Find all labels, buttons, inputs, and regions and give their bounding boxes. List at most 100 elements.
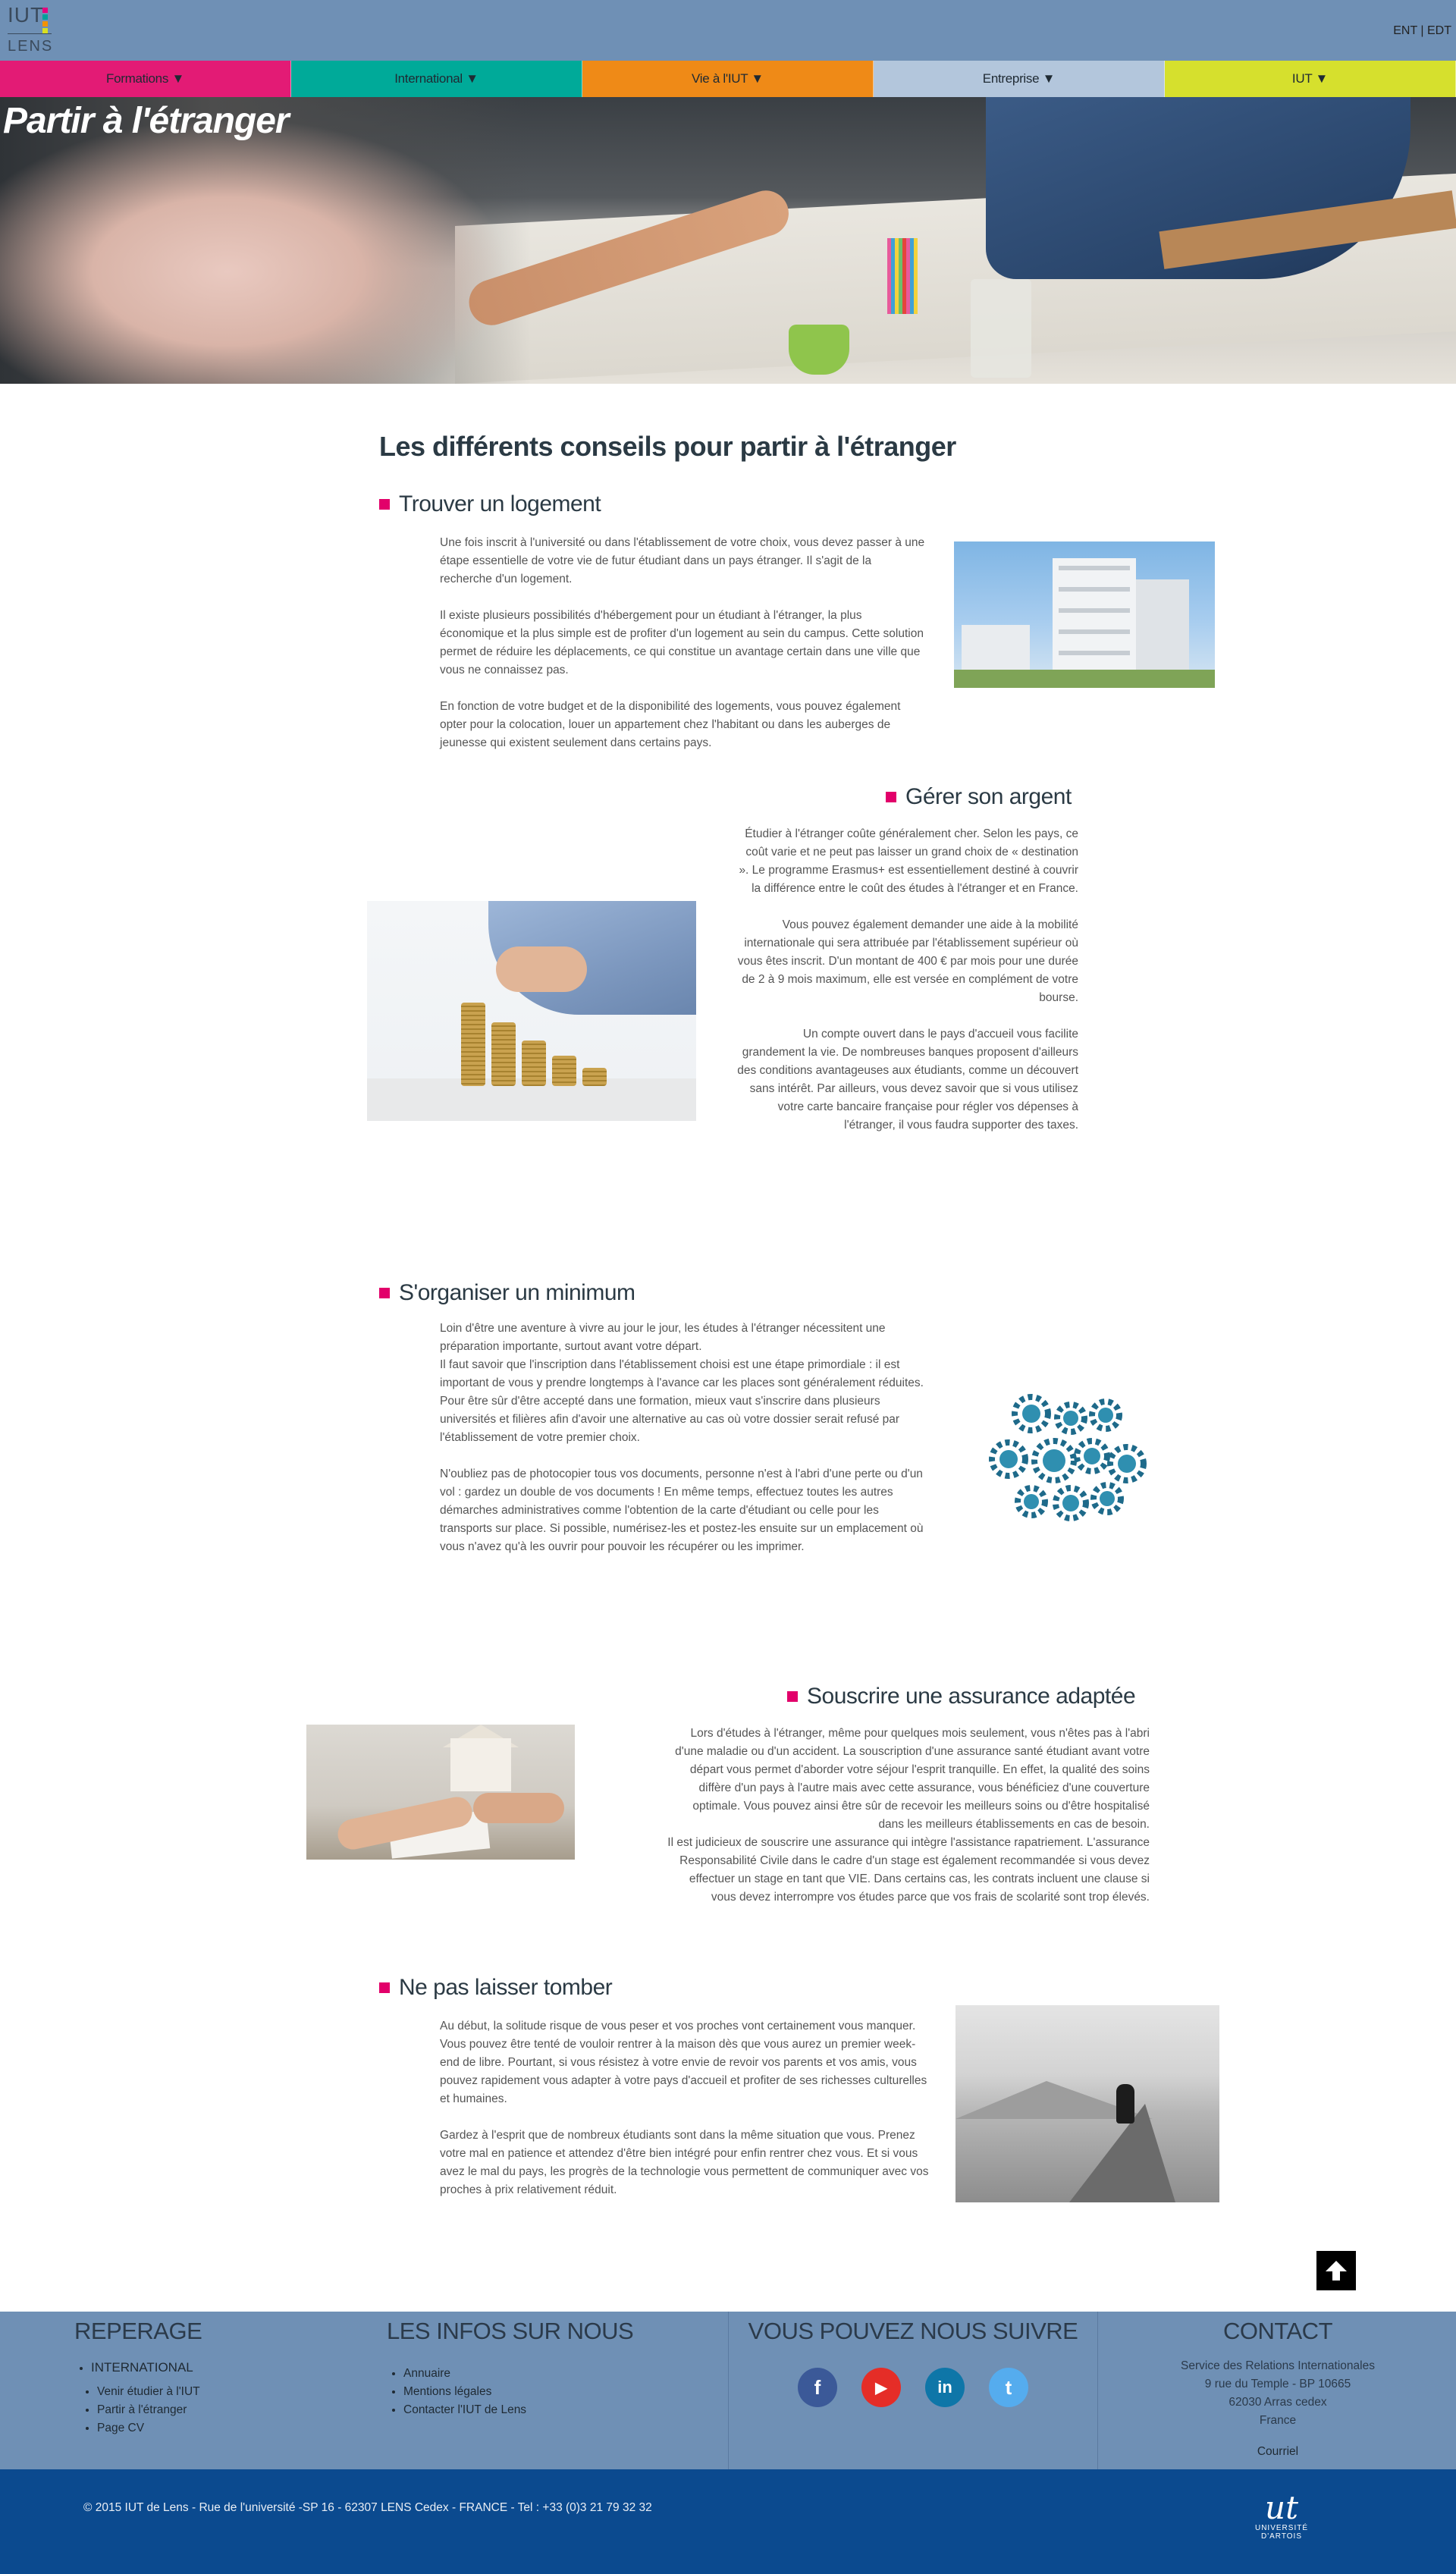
footer-infos: LES INFOS SUR NOUS Annuaire Mentions lég… [387,2312,634,2469]
section-title-text: Trouver un logement [399,491,601,516]
copyright-bar: © 2015 IUT de Lens - Rue de l'université… [0,2469,1456,2574]
section-text-assurance: Lors d'études à l'étranger, même pour qu… [667,1725,1150,1907]
section-bullet [787,1691,798,1702]
linkedin-icon[interactable]: in [925,2368,965,2407]
link-mentions-legales[interactable]: Mentions légales [403,2385,491,2398]
address-line: 62030 Arras cedex [1228,2396,1327,2409]
section-bullet [379,1982,390,1993]
link-annuaire[interactable]: Annuaire [403,2367,450,2380]
coin-stack [552,1056,576,1086]
railway-image [956,2005,1219,2202]
reperage-sublist: Venir étudier à l'IUT Partir à l'étrange… [97,2383,202,2437]
social-links: f ▶ in t [729,2368,1097,2407]
nav-item-vie-iut[interactable]: Vie à l'IUT ▼ [582,61,874,97]
section-title-assurance: Souscrire une assurance adaptée [787,1684,1136,1709]
paragraph: Une fois inscrit à l'université ou dans … [440,536,925,585]
paragraph: Loin d'être une aventure à vivre au jour… [440,1322,886,1353]
list-item: Page CV [97,2419,202,2437]
section-title-text: Souscrire une assurance adaptée [807,1684,1136,1709]
hero-banner: Partir à l'étranger [0,97,1456,384]
section-title-argent: Gérer son argent [886,784,1072,810]
logo-dot [42,8,48,13]
building-shape [1053,558,1136,688]
coin-stack [491,1022,516,1086]
footer-follow-title: VOUS POUVEZ NOUS SUIVRE [748,2318,1078,2344]
hero-colored-pencils [887,238,918,314]
gears-icon [986,1391,1153,1524]
top-header: IUT LENS ENT | EDT [0,0,1456,61]
reperage-parent-label: INTERNATIONAL [91,2360,193,2375]
coins-image [367,901,696,1121]
ent-link[interactable]: ENT [1393,24,1417,37]
logo-dot [42,21,48,27]
list-item: Annuaire [403,2365,633,2383]
main-navigation: Formations ▼ International ▼ Vie à l'IUT… [0,61,1456,97]
paragraph: Au début, la solitude risque de vous pes… [440,2020,927,2105]
section-title-logement: Trouver un logement [379,491,601,517]
reperage-parent-item: INTERNATIONAL Venir étudier à l'IUT Part… [91,2360,202,2437]
list-item: Partir à l'étranger [97,2401,202,2419]
hand-shape [496,946,587,992]
link-contacter-iut[interactable]: Contacter l'IUT de Lens [403,2403,526,2416]
section-title-text: Ne pas laisser tomber [399,1975,613,2000]
reperage-list: INTERNATIONAL Venir étudier à l'IUT Part… [91,2360,202,2437]
footer-contact: CONTACT Service des Relations Internatio… [1100,2312,1456,2469]
contact-address: Service des Relations Internationales 9 … [1100,2357,1456,2430]
person-shape [1116,2084,1134,2124]
footer-reperage: REPERAGE INTERNATIONAL Venir étudier à l… [74,2312,202,2469]
iut-lens-logo[interactable]: IUT LENS [8,3,53,58]
top-links: ENT | EDT [1393,24,1451,38]
nav-item-entreprise[interactable]: Entreprise ▼ [874,61,1165,97]
logo-dot [42,28,48,33]
youtube-icon[interactable]: ▶ [861,2368,901,2407]
grass-shape [954,670,1215,688]
section-title-tomber: Ne pas laisser tomber [379,1975,613,2001]
section-text-argent: Étudier à l'étranger coûte généralement … [737,825,1078,1135]
house-shape [450,1738,511,1791]
footer-infos-title: LES INFOS SUR NOUS [387,2318,634,2344]
email-link[interactable]: Courriel [1257,2445,1298,2459]
link-page-cv[interactable]: Page CV [97,2422,144,2434]
content-title: Les différents conseils pour partir à l'… [379,431,956,462]
logo-divider [8,33,52,34]
paragraph: N'oubliez pas de photocopier tous vos do… [440,1467,924,1553]
hand-shape [473,1793,564,1823]
link-partir-etranger[interactable]: Partir à l'étranger [97,2403,187,2416]
footer-follow: VOUS POUVEZ NOUS SUIVRE f ▶ in t [728,2312,1098,2469]
logo-dot [42,14,48,20]
building-image [954,541,1215,688]
section-title-text: Gérer son argent [905,784,1072,809]
coin-stack [461,1003,485,1086]
edt-link[interactable]: EDT [1427,24,1451,37]
address-line: 9 rue du Temple - BP 10665 [1204,2378,1351,2390]
section-bullet [379,1288,390,1298]
paragraph: Il faut savoir que l'inscription dans l'… [440,1358,924,1444]
paragraph: Il est judicieux de souscrire une assura… [667,1836,1150,1904]
list-item: Mentions légales [403,2383,633,2401]
paragraph: Lors d'études à l'étranger, même pour qu… [675,1727,1150,1831]
copyright-text: © 2015 IUT de Lens - Rue de l'université… [83,2501,652,2514]
page-title: Partir à l'étranger [3,101,290,141]
paragraph: Vous pouvez également demander une aide … [737,918,1078,1004]
logo-name: UNIVERSITÉ D'ARTOIS [1254,2524,1308,2541]
infos-list: Annuaire Mentions légales Contacter l'IU… [403,2365,633,2419]
paragraph: En fonction de votre budget et de la dis… [440,700,901,749]
nav-item-international[interactable]: International ▼ [291,61,582,97]
section-bullet [886,792,896,802]
list-item: Venir étudier à l'IUT [97,2383,202,2401]
twitter-icon[interactable]: t [989,2368,1028,2407]
universite-artois-logo[interactable]: ut UNIVERSITÉ D'ARTOIS [1236,2492,1327,2545]
section-text-logement: Une fois inscrit à l'université ou dans … [440,534,925,752]
nav-item-formations[interactable]: Formations ▼ [0,61,291,97]
logo-color-dots [42,8,52,35]
section-title-organiser: S'organiser un minimum [379,1280,635,1306]
facebook-icon[interactable]: f [798,2368,837,2407]
nav-item-iut[interactable]: IUT ▼ [1165,61,1456,97]
paragraph: Un compte ouvert dans le pays d'accueil … [737,1028,1078,1132]
coin-stack [522,1041,546,1086]
link-venir-etudier[interactable]: Venir étudier à l'IUT [97,2385,200,2398]
footer-contact-title: CONTACT [1222,2318,1333,2344]
back-to-top-button[interactable] [1316,2251,1356,2290]
section-title-text: S'organiser un minimum [399,1280,635,1305]
address-line: France [1259,2414,1297,2427]
